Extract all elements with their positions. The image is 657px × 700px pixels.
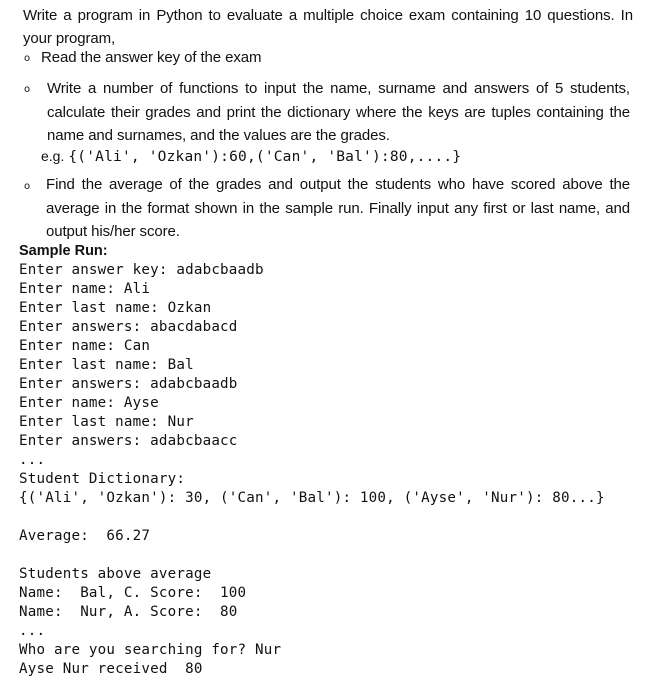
run-line: Name: Nur, A. Score: 80	[19, 604, 238, 620]
run-line: Enter answers: adabcbaacc	[19, 433, 238, 449]
run-average-output: Average: 66.27	[19, 528, 151, 544]
bullet-marker-icon: o	[24, 84, 31, 95]
run-dictionary-output: {('Ali', 'Ozkan'): 30, ('Can', 'Bal'): 1…	[19, 490, 605, 506]
bullet-find-average-text: Find the average of the grades and outpu…	[46, 176, 630, 240]
bullet-find-average: Find the average of the grades and outpu…	[41, 173, 630, 244]
run-line: Enter last name: Bal	[19, 357, 194, 373]
run-line: Enter name: Can	[19, 338, 151, 354]
intro-paragraph: Write a program in Python to evaluate a …	[23, 7, 633, 47]
example-line: e.g. {('Ali', 'Ozkan'):60,('Can', 'Bal')…	[41, 146, 461, 167]
example-prefix: e.g.	[41, 148, 65, 164]
run-line: Enter name: Ali	[19, 281, 151, 297]
run-line: Who are you searching for? Nur	[19, 642, 282, 658]
run-line: Enter answer key: adabcbaadb	[19, 262, 264, 278]
run-line: Students above average	[19, 566, 212, 582]
bullet-marker-icon: o	[24, 181, 31, 192]
bullet-marker-icon: o	[24, 53, 31, 64]
sample-run-label: Sample Run:	[19, 243, 108, 259]
run-ellipsis: ...	[19, 452, 46, 468]
run-line: Student Dictionary:	[19, 471, 186, 487]
run-ellipsis: ...	[19, 623, 46, 639]
run-line: Enter last name: Ozkan	[19, 300, 212, 316]
bullet-write-functions: Write a number of functions to input the…	[37, 77, 630, 148]
run-line: Enter name: Ayse	[19, 395, 159, 411]
example-code: {('Ali', 'Ozkan'):60,('Can', 'Bal'):80,.…	[68, 149, 462, 165]
bullet-write-functions-text: Write a number of functions to input the…	[47, 80, 630, 144]
run-line: Enter answers: adabcbaadb	[19, 376, 238, 392]
run-line: Name: Bal, C. Score: 100	[19, 585, 247, 601]
bullet-read-answer-key: Read the answer key of the exam	[41, 49, 262, 66]
run-line: Ayse Nur received 80	[19, 661, 203, 677]
run-line: Enter answers: abacdabacd	[19, 319, 238, 335]
run-line: Enter last name: Nur	[19, 414, 194, 430]
